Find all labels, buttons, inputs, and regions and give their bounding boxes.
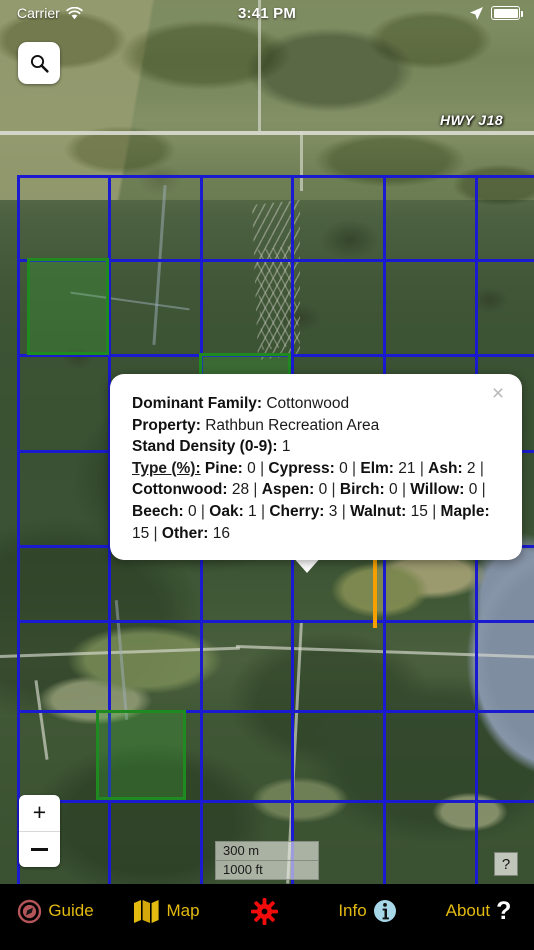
popup-species-breakdown: Type (%): Pine: 0 | Cypress: 0 | Elm: 21… — [132, 458, 500, 544]
species-separator: | — [149, 524, 158, 542]
species-separator: | — [477, 481, 486, 499]
species-name: Willow: — [410, 481, 465, 499]
selected-parcel-cell[interactable] — [27, 258, 109, 355]
species-separator: | — [256, 502, 266, 520]
tab-guide[interactable]: Guide — [0, 892, 111, 930]
phone-screen: HWY J18 + 300 m 1000 ft ? × Dominant Fam… — [0, 0, 534, 950]
popup-label-dominant-family: Dominant Family: — [132, 395, 263, 412]
map-folded-icon — [134, 900, 160, 923]
species-name: Other: — [161, 524, 209, 542]
species-value: 0 — [183, 502, 197, 520]
species-separator: | — [427, 502, 437, 520]
species-name: Aspen: — [261, 481, 315, 499]
grid-line-horizontal — [17, 620, 534, 623]
close-icon[interactable]: × — [484, 380, 512, 408]
zoom-out-button[interactable] — [19, 832, 60, 868]
popup-row-property: Property: Rathbun Recreation Area — [132, 415, 500, 437]
status-bar-right — [469, 6, 524, 21]
species-value: 15 — [406, 502, 428, 520]
gear-icon — [250, 897, 278, 925]
status-bar-time: 3:41 PM — [237, 4, 297, 22]
info-circle-icon — [373, 900, 396, 922]
species-name: Elm: — [360, 459, 394, 477]
highlighted-boundary-line — [373, 560, 377, 628]
popup-value-stand-density: 1 — [281, 438, 291, 456]
grid-line-horizontal — [17, 175, 534, 178]
search-button[interactable] — [18, 42, 60, 84]
grid-line-vertical — [17, 175, 20, 884]
scale-metric: 300 m — [215, 841, 319, 861]
tab-map[interactable]: Map — [111, 892, 222, 930]
species-value: 0 — [384, 481, 398, 499]
guide-compass-icon — [18, 899, 42, 923]
popup-label-stand-density: Stand Density (0-9): — [132, 438, 278, 456]
tab-map-label: Map — [166, 901, 200, 920]
species-name: Walnut: — [350, 502, 407, 520]
tab-info-label: Info — [338, 901, 367, 920]
scale-bar: 300 m 1000 ft — [215, 841, 319, 880]
species-separator: | — [347, 459, 357, 477]
map-help-button[interactable]: ? — [494, 852, 518, 876]
species-value: 1 — [243, 502, 257, 520]
battery-icon — [491, 6, 524, 20]
popup-value-property: Rathbun Recreation Area — [205, 416, 380, 434]
question-mark-icon: ? — [496, 896, 512, 925]
species-separator: | — [327, 481, 336, 499]
species-separator: | — [249, 481, 258, 499]
tab-info[interactable]: Info — [312, 892, 423, 930]
tab-about-label: About — [445, 901, 491, 920]
tab-settings[interactable] — [222, 892, 312, 930]
species-value: 0 — [314, 481, 328, 499]
search-icon — [30, 54, 49, 73]
species-name: Cherry: — [269, 502, 325, 520]
species-name: Maple: — [440, 502, 490, 520]
species-name: Oak: — [209, 502, 244, 520]
parcel-info-popup: × Dominant Family: Cottonwood Property: … — [110, 374, 522, 561]
species-separator: | — [475, 459, 484, 477]
minus-icon — [31, 847, 48, 851]
map-canvas[interactable]: HWY J18 + 300 m 1000 ft ? × Dominant Fam… — [0, 0, 534, 884]
species-separator: | — [255, 459, 265, 477]
species-name: Birch: — [339, 481, 385, 499]
popup-row-dominant-family: Dominant Family: Cottonwood — [132, 393, 500, 415]
selected-parcel-cell[interactable] — [96, 710, 186, 800]
zoom-in-button[interactable]: + — [19, 795, 60, 832]
bottom-tab-bar: Guide Map Info About ? — [0, 884, 534, 950]
species-name: Cypress: — [268, 459, 335, 477]
species-value: 15 — [132, 524, 150, 542]
species-separator: | — [196, 502, 205, 520]
grid-line-horizontal — [17, 800, 534, 803]
species-name: Cottonwood: — [132, 481, 228, 499]
species-value: 0 — [464, 481, 478, 499]
species-name: Beech: — [132, 502, 184, 520]
status-bar: Carrier 3:41 PM — [0, 0, 534, 26]
species-value: 28 — [227, 481, 250, 499]
tab-about[interactable]: About ? — [423, 892, 534, 930]
zoom-controls[interactable]: + — [19, 795, 60, 867]
popup-row-stand-density: Stand Density (0-9): 1 — [132, 436, 500, 458]
species-value: 21 — [393, 459, 416, 477]
popup-value-dominant-family: Cottonwood — [266, 395, 350, 412]
species-value: 0 — [242, 459, 256, 477]
popup-label-property: Property: — [132, 416, 201, 434]
species-name: Pine: — [204, 459, 243, 477]
species-value: 0 — [334, 459, 348, 477]
species-value: 3 — [324, 502, 338, 520]
species-separator: | — [415, 459, 424, 477]
tab-guide-label: Guide — [48, 901, 94, 920]
species-value: 16 — [208, 524, 230, 542]
species-name: Ash: — [428, 459, 463, 477]
scale-imperial: 1000 ft — [215, 861, 319, 880]
location-arrow-icon — [470, 6, 483, 20]
species-value: 2 — [462, 459, 476, 477]
species-separator: | — [397, 481, 406, 499]
popup-label-type-percent: Type (%): — [132, 459, 201, 477]
grid-line-horizontal — [17, 710, 534, 713]
species-separator: | — [337, 502, 346, 520]
